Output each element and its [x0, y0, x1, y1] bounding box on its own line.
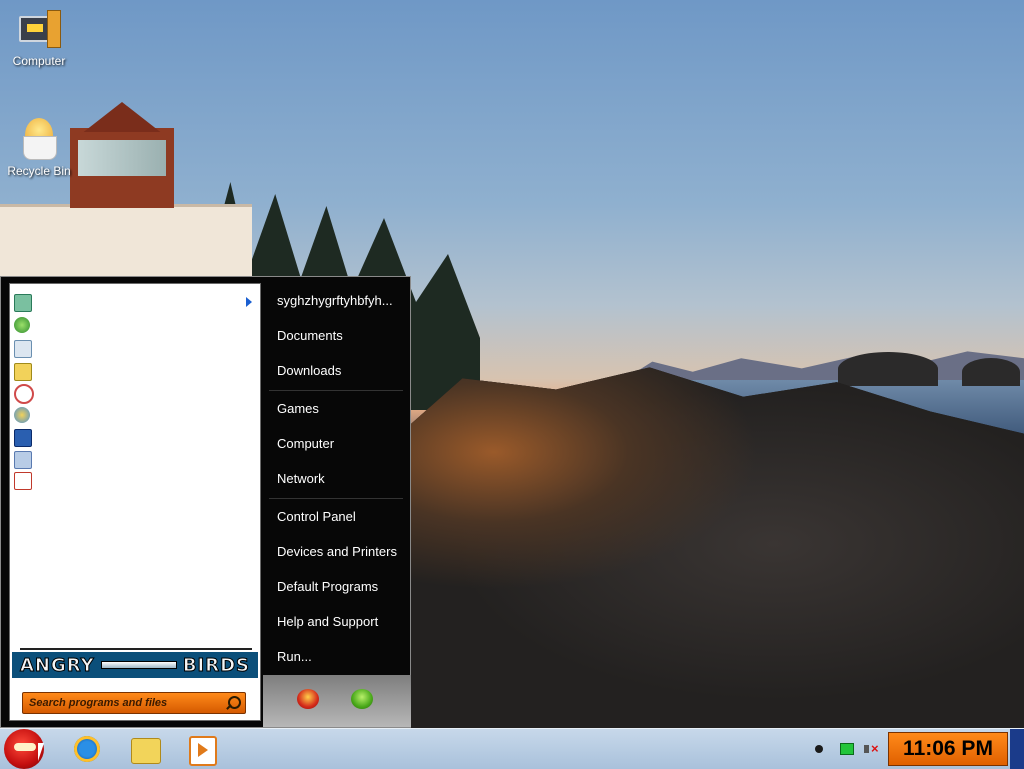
- power-strip: [263, 675, 411, 727]
- pinned-program-5[interactable]: [14, 382, 254, 404]
- search-input[interactable]: [27, 694, 223, 712]
- start-item-control-panel[interactable]: Control Panel: [277, 506, 407, 528]
- start-item-games[interactable]: Games: [277, 398, 407, 420]
- angry-birds-banner[interactable]: ANGRY BIRDS: [12, 652, 258, 678]
- banner-bar: [100, 661, 177, 669]
- options-green-pig-icon[interactable]: [351, 689, 373, 709]
- start-item-computer[interactable]: Computer: [277, 433, 407, 455]
- paint-icon: [14, 407, 30, 423]
- calculator-icon: [14, 340, 32, 358]
- shutdown-red-bird-icon[interactable]: [297, 689, 319, 709]
- tray-notification-icon[interactable]: [815, 745, 823, 753]
- programs-separator: [20, 648, 252, 650]
- internet-explorer-icon: [74, 736, 100, 762]
- snipping-tool-icon: [14, 384, 34, 404]
- taskbar-internet-explorer[interactable]: [70, 733, 104, 765]
- start-item-user-folder[interactable]: syghzhygrftyhbfyh...: [277, 290, 407, 312]
- places-separator: [269, 390, 403, 391]
- pinned-program-9[interactable]: [14, 470, 254, 490]
- pinned-program-2[interactable]: [14, 315, 254, 335]
- banner-text-left: ANGRY: [20, 654, 95, 676]
- wallpaper-island: [838, 352, 938, 386]
- getting-started-icon: [14, 294, 32, 312]
- taskbar-media-player[interactable]: [184, 733, 218, 766]
- desktop-icon-label: Computer: [12, 54, 66, 68]
- pinned-program-3[interactable]: [14, 338, 254, 358]
- start-item-network[interactable]: Network: [277, 468, 407, 490]
- pinned-program-8[interactable]: [14, 449, 254, 469]
- start-search-box[interactable]: [22, 692, 246, 714]
- places-separator: [269, 498, 403, 499]
- start-item-run[interactable]: Run...: [277, 646, 407, 668]
- start-item-help-and-support[interactable]: Help and Support: [277, 611, 407, 633]
- start-item-devices-and-printers[interactable]: Devices and Printers: [277, 541, 407, 563]
- start-menu-programs-pane: ANGRY BIRDS: [9, 283, 261, 721]
- show-desktop-button[interactable]: [1010, 729, 1024, 769]
- taskbar-windows-explorer[interactable]: [128, 733, 162, 765]
- start-item-default-programs[interactable]: Default Programs: [277, 576, 407, 598]
- pinned-program-4[interactable]: [14, 361, 254, 381]
- banner-text-right: BIRDS: [182, 654, 250, 676]
- search-icon[interactable]: [228, 696, 241, 709]
- desktop-icon-recycle-bin[interactable]: Recycle Bin: [1, 118, 77, 178]
- start-item-documents[interactable]: Documents: [277, 325, 407, 347]
- desktop-icon-label: Recycle Bin: [7, 164, 71, 178]
- start-menu-places-pane: syghzhygrftyhbfyh... Documents Downloads…: [263, 277, 411, 673]
- pinned-program-6[interactable]: [14, 405, 254, 425]
- taskbar: 11:06 PM: [0, 728, 1024, 769]
- windows-explorer-icon: [131, 738, 161, 764]
- start-item-downloads[interactable]: Downloads: [277, 360, 407, 382]
- pinned-program-1[interactable]: [14, 292, 254, 312]
- media-player-icon: [189, 736, 217, 766]
- wallpaper-island: [962, 358, 1020, 386]
- desktop-icon-computer[interactable]: Computer: [1, 8, 77, 68]
- wallpaper-lighthouse-glass: [78, 140, 166, 176]
- wallpaper-lighthouse: [0, 204, 252, 287]
- windows-media-center-icon: [14, 317, 30, 333]
- solitaire-icon: [14, 472, 32, 490]
- magnifier-icon: [14, 451, 32, 469]
- computer-icon: [17, 8, 61, 50]
- taskbar-clock[interactable]: 11:06 PM: [888, 732, 1008, 766]
- sticky-notes-icon: [14, 363, 32, 381]
- pinned-program-7[interactable]: [14, 427, 254, 447]
- submenu-arrow-icon[interactable]: [246, 297, 252, 307]
- volume-muted-icon[interactable]: [864, 741, 879, 757]
- start-menu: ANGRY BIRDS syghzhygrftyhbfyh... Documen…: [0, 276, 411, 728]
- mouse-cursor-icon: [38, 743, 44, 761]
- recycle-bin-icon: [17, 118, 61, 160]
- remote-desktop-icon: [14, 429, 32, 447]
- network-icon[interactable]: [840, 743, 854, 755]
- wallpaper-rocks: [400, 367, 1024, 728]
